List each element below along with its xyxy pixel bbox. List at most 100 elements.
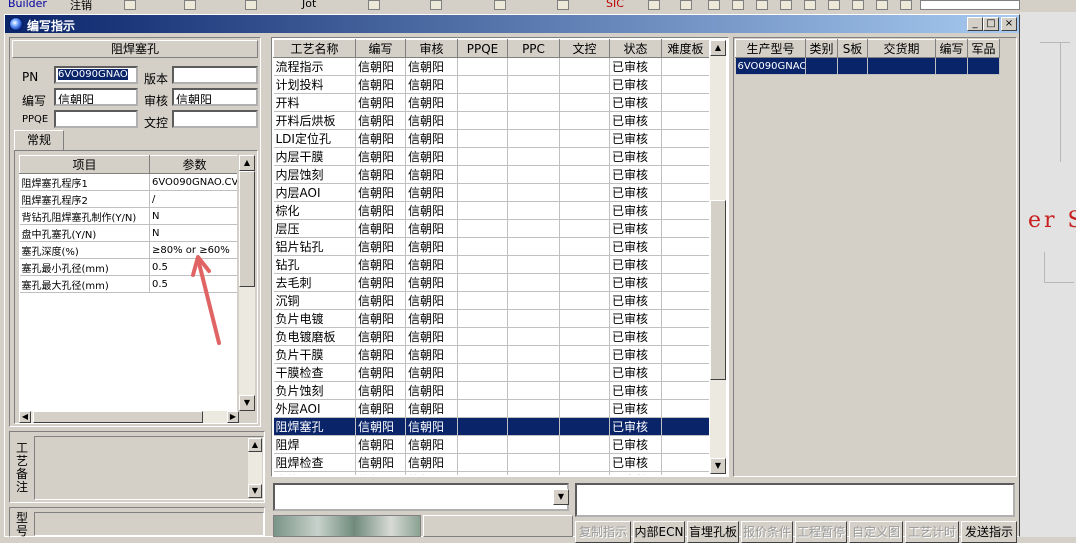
process-cell[interactable]: 信朝阳 bbox=[355, 273, 406, 292]
process-cell[interactable] bbox=[559, 417, 610, 436]
model-header-cell[interactable]: 交货期 bbox=[867, 39, 936, 58]
toolbar-builder-label[interactable]: Builder bbox=[8, 0, 47, 10]
dialog-title-bar[interactable]: 编写指示 _ □ × bbox=[5, 15, 1019, 33]
param-value-cell[interactable]: N bbox=[149, 224, 237, 242]
param-item-cell[interactable]: 塞孔深度(%) bbox=[19, 241, 150, 259]
process-cell[interactable]: 内层蚀刻 bbox=[273, 165, 356, 184]
bottom-button-4[interactable]: 工程暂停 bbox=[795, 521, 847, 543]
param-value-cell[interactable]: N bbox=[149, 207, 237, 225]
process-row[interactable]: 内层蚀刻 信朝阳 信朝阳 已审核 bbox=[273, 165, 709, 184]
process-cell[interactable]: 信朝阳 bbox=[405, 255, 458, 274]
process-cell[interactable]: 信朝阳 bbox=[355, 399, 406, 418]
process-cell[interactable]: 已审核 bbox=[609, 327, 662, 346]
process-header-cell[interactable]: 审核 bbox=[405, 39, 458, 58]
notes-textarea[interactable] bbox=[34, 436, 264, 500]
toolbar-icon-10[interactable] bbox=[708, 0, 720, 10]
param-item-cell[interactable]: 盘中孔塞孔(Y/N) bbox=[19, 224, 150, 242]
process-cell[interactable]: 信朝阳 bbox=[355, 309, 406, 328]
process-cell[interactable] bbox=[507, 129, 560, 148]
process-cell[interactable]: 信朝阳 bbox=[405, 399, 458, 418]
scroll-right-arrow-icon[interactable]: ▶ bbox=[227, 411, 239, 423]
process-cell[interactable]: 信朝阳 bbox=[355, 255, 406, 274]
toolbar-icon-4[interactable] bbox=[368, 0, 380, 10]
process-cell[interactable] bbox=[507, 363, 560, 382]
process-cell[interactable]: 信朝阳 bbox=[355, 147, 406, 166]
process-cell[interactable] bbox=[661, 345, 709, 364]
process-row[interactable]: 内层干膜 信朝阳 信朝阳 已审核 bbox=[273, 147, 709, 166]
process-cell[interactable]: 沉铜 bbox=[273, 291, 356, 310]
process-cell[interactable]: 流程指示 bbox=[273, 57, 356, 76]
process-cell[interactable] bbox=[559, 399, 610, 418]
process-cell[interactable] bbox=[661, 201, 709, 220]
process-cell[interactable] bbox=[457, 363, 508, 382]
process-cell[interactable] bbox=[661, 183, 709, 202]
param-item-cell[interactable]: 塞孔最小孔径(mm) bbox=[19, 258, 150, 276]
process-row[interactable]: 沉铜 信朝阳 信朝阳 已审核 bbox=[273, 291, 709, 310]
model-cell[interactable] bbox=[867, 57, 936, 75]
process-row[interactable]: 开料后烘板 信朝阳 信朝阳 已审核 bbox=[273, 111, 709, 130]
toolbar-icon-8[interactable] bbox=[648, 0, 660, 10]
process-cell[interactable] bbox=[457, 471, 508, 475]
process-cell[interactable]: 内层干膜 bbox=[273, 147, 356, 166]
process-cell[interactable] bbox=[559, 75, 610, 94]
process-scroll-down-icon[interactable]: ▼ bbox=[710, 458, 726, 474]
process-cell[interactable] bbox=[507, 147, 560, 166]
process-cell[interactable]: 信朝阳 bbox=[405, 327, 458, 346]
process-cell[interactable]: 信朝阳 bbox=[355, 327, 406, 346]
toolbar-icon-14[interactable] bbox=[804, 0, 816, 10]
process-cell[interactable]: 信朝阳 bbox=[405, 129, 458, 148]
process-cell[interactable]: 信朝阳 bbox=[355, 201, 406, 220]
process-row[interactable]: 负片蚀刻 信朝阳 信朝阳 已审核 bbox=[273, 381, 709, 400]
process-cell[interactable] bbox=[559, 93, 610, 112]
process-cell[interactable] bbox=[457, 183, 508, 202]
process-cell[interactable]: 字符 bbox=[273, 471, 356, 475]
scroll-down-arrow-icon[interactable]: ▼ bbox=[239, 395, 255, 411]
toolbar-jot-label[interactable]: Jot bbox=[302, 0, 316, 10]
process-row[interactable]: 字符信朝阳信朝阳已审核 bbox=[273, 471, 709, 475]
process-cell[interactable] bbox=[457, 309, 508, 328]
process-cell[interactable] bbox=[661, 111, 709, 130]
bottom-button-1[interactable]: 内部ECN bbox=[633, 521, 685, 543]
hscroll-thumb[interactable] bbox=[33, 411, 203, 423]
process-cell[interactable] bbox=[507, 471, 560, 475]
process-cell[interactable] bbox=[661, 255, 709, 274]
toolbar-icon-15[interactable] bbox=[828, 0, 840, 10]
process-cell[interactable] bbox=[559, 237, 610, 256]
toolbar-sic-label[interactable]: SIC bbox=[606, 0, 624, 10]
process-cell[interactable]: 已审核 bbox=[609, 291, 662, 310]
process-cell[interactable]: 已审核 bbox=[609, 201, 662, 220]
process-cell[interactable] bbox=[661, 309, 709, 328]
process-cell[interactable]: 信朝阳 bbox=[405, 363, 458, 382]
process-cell[interactable]: 层压 bbox=[273, 219, 356, 238]
process-cell[interactable]: 已审核 bbox=[609, 435, 662, 454]
param-value-cell[interactable]: 6VO090GNAO.CVI bbox=[149, 173, 237, 191]
toolbar-input[interactable] bbox=[920, 0, 1020, 10]
process-cell[interactable]: 已审核 bbox=[609, 57, 662, 76]
param-row[interactable]: 阻焊塞孔程序1 6VO090GNAO.CVI bbox=[19, 173, 237, 191]
process-row[interactable]: 铝片钻孔 信朝阳 信朝阳 已审核 bbox=[273, 237, 709, 256]
process-cell[interactable]: 信朝阳 bbox=[355, 165, 406, 184]
model-header-cell[interactable]: 编写 bbox=[935, 39, 968, 58]
process-cell[interactable]: 已审核 bbox=[609, 147, 662, 166]
process-cell[interactable] bbox=[507, 183, 560, 202]
process-row[interactable]: 流程指示 信朝阳 信朝阳 已审核 bbox=[273, 57, 709, 76]
param-item-cell[interactable]: 塞孔最大孔径(mm) bbox=[19, 275, 150, 293]
process-cell[interactable] bbox=[457, 453, 508, 472]
process-cell[interactable] bbox=[661, 273, 709, 292]
scroll-up-arrow-icon[interactable]: ▲ bbox=[239, 155, 255, 171]
process-cell[interactable] bbox=[507, 165, 560, 184]
toolbar-logout-label[interactable]: 注销 bbox=[70, 0, 92, 12]
process-cell[interactable] bbox=[661, 57, 709, 76]
process-cell[interactable] bbox=[559, 453, 610, 472]
process-cell[interactable] bbox=[559, 165, 610, 184]
process-cell[interactable] bbox=[457, 237, 508, 256]
process-cell[interactable]: 信朝阳 bbox=[405, 273, 458, 292]
toolbar-icon-6[interactable] bbox=[494, 0, 506, 10]
process-cell[interactable] bbox=[507, 345, 560, 364]
author-field[interactable]: 信朝阳 bbox=[54, 88, 138, 106]
process-row[interactable]: 钻孔 信朝阳 信朝阳 已审核 bbox=[273, 255, 709, 274]
process-cell[interactable]: 信朝阳 bbox=[355, 417, 406, 436]
toolbar-icon-5[interactable] bbox=[430, 0, 442, 10]
process-cell[interactable] bbox=[507, 75, 560, 94]
model-header-cell[interactable]: S板 bbox=[837, 39, 868, 58]
